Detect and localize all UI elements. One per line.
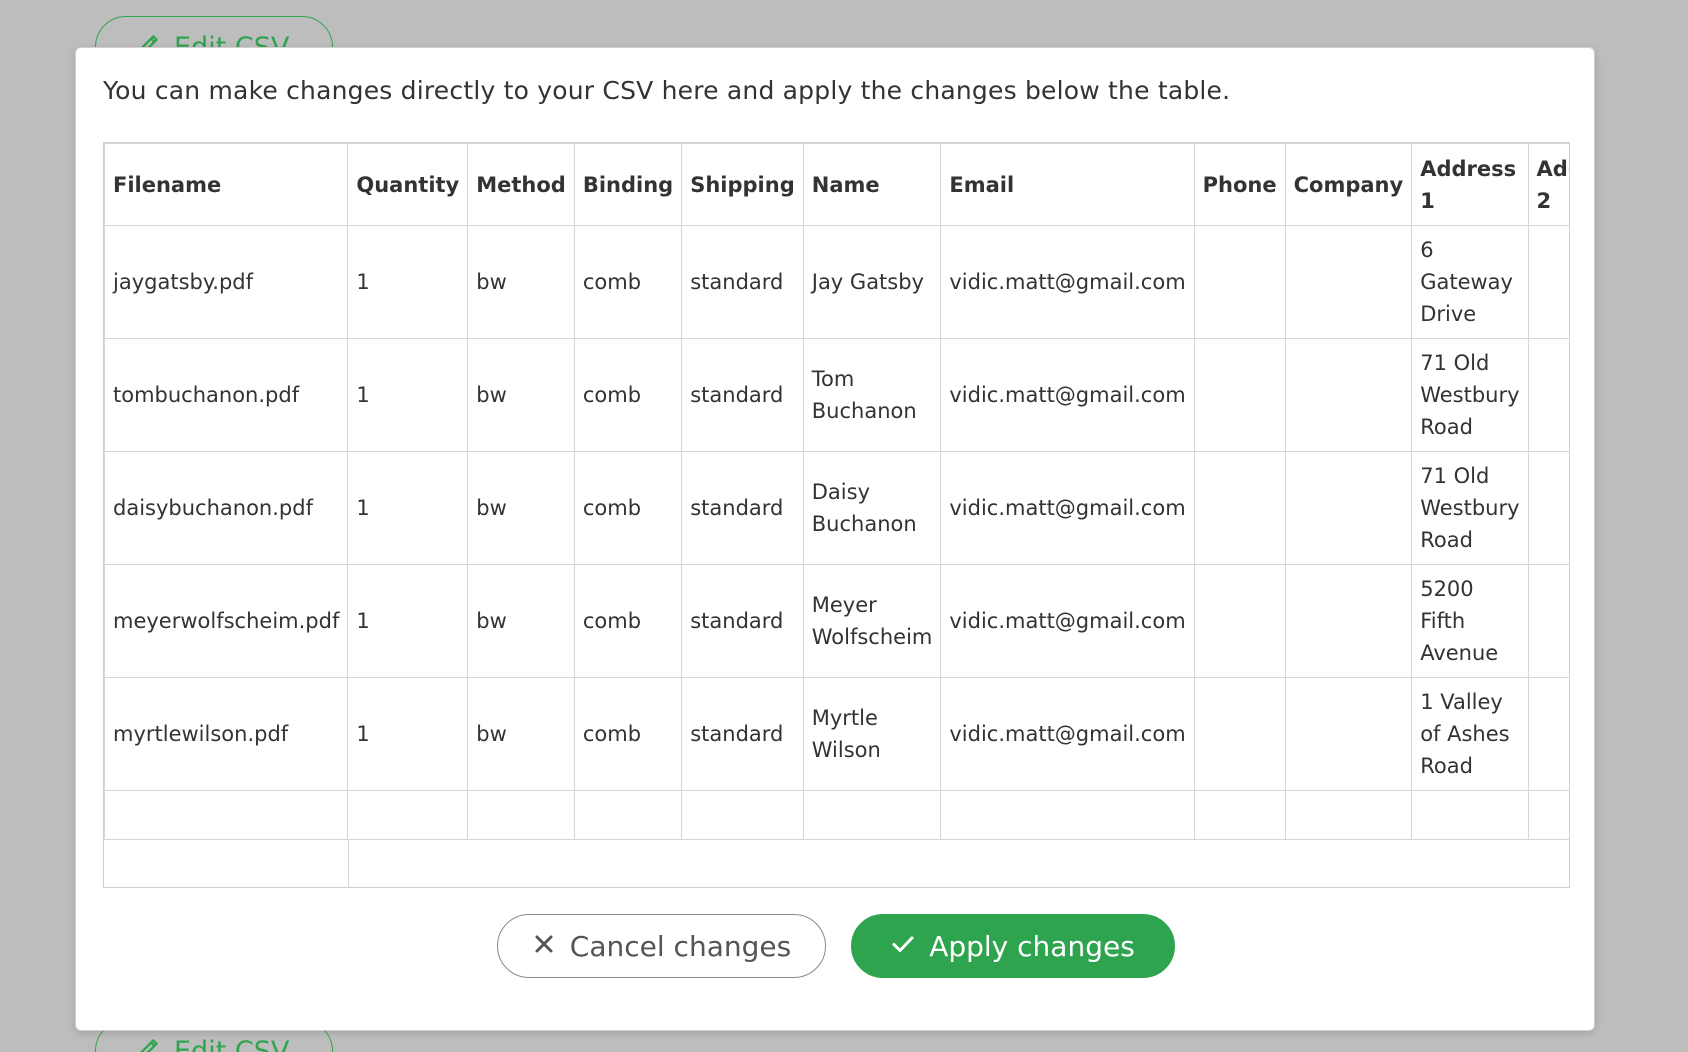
table-cell[interactable]: bw [467,451,575,565]
table-cell[interactable] [1193,225,1286,339]
csv-table: Filename Quantity Method Binding Shippin… [104,143,1569,840]
table-cell[interactable]: standard [681,677,804,791]
empty-cell[interactable] [802,790,942,840]
empty-cell[interactable] [681,790,804,840]
table-cell[interactable] [1193,451,1286,565]
empty-cell[interactable] [467,790,575,840]
column-header[interactable]: Address 2 [1527,143,1569,226]
spare-cell[interactable] [104,840,349,887]
table-cell[interactable]: comb [573,225,683,339]
table-cell[interactable]: standard [681,225,804,339]
column-header[interactable]: Name [802,143,942,226]
table-cell[interactable]: jaygatsby.pdf [104,225,349,339]
table-cell[interactable]: 1 [347,451,469,565]
table-row: meyerwolfscheim.pdf 1 bw comb standard Meyer … [104,564,1569,678]
table-cell[interactable]: Daisy Buchanon [802,451,942,565]
table-cell[interactable] [1284,338,1413,452]
empty-cell[interactable] [940,790,1195,840]
table-cell[interactable] [1193,677,1286,791]
table-cell[interactable]: 1 [347,338,469,452]
table-cell[interactable]: standard [681,451,804,565]
empty-cell[interactable] [104,790,349,840]
table-row: daisybuchanon.pdf 1 bw comb standard Daisy Bu… [104,451,1569,565]
table-cell[interactable] [1527,225,1569,339]
empty-cell[interactable] [347,790,469,840]
pencil-icon [136,1035,162,1052]
table-cell[interactable]: vidic.matt@gmail.com [940,677,1195,791]
table-cell[interactable]: daisybuchanon.pdf [104,451,349,565]
table-cell[interactable]: vidic.matt@gmail.com [940,564,1195,678]
modal-intro-text: You can make changes directly to your CS… [103,76,1231,105]
table-cell[interactable] [1527,338,1569,452]
table-row: myrtlewilson.pdf 1 bw comb standard Myrtle Wi… [104,677,1569,791]
column-header[interactable]: Filename [104,143,349,226]
apply-changes-label: Apply changes [929,929,1135,963]
table-cell[interactable] [1284,677,1413,791]
table-cell[interactable] [1193,564,1286,678]
table-cell[interactable]: comb [573,338,683,452]
table-cell[interactable]: 71 Old Westbury Road [1411,338,1529,452]
table-cell[interactable] [1284,451,1413,565]
column-header[interactable]: Company [1284,143,1413,226]
table-row: jaygatsby.pdf 1 bw comb standard Jay Gatsby vi… [104,225,1569,339]
column-header[interactable]: Quantity [347,143,469,226]
column-header[interactable]: Shipping [681,143,804,226]
table-cell[interactable]: 1 [347,564,469,678]
empty-cell[interactable] [1411,790,1529,840]
table-cell[interactable]: myrtlewilson.pdf [104,677,349,791]
table-cell[interactable] [1527,451,1569,565]
table-cell[interactable] [1284,564,1413,678]
table-cell[interactable]: bw [467,564,575,678]
column-header[interactable]: Method [467,143,575,226]
table-cell[interactable]: tombuchanon.pdf [104,338,349,452]
table-cell[interactable]: standard [681,338,804,452]
table-cell[interactable]: 71 Old Westbury Road [1411,451,1529,565]
table-cell[interactable]: bw [467,677,575,791]
table-row: tombuchanon.pdf 1 bw comb standard Tom Buchan… [104,338,1569,452]
column-header[interactable]: Email [940,143,1195,226]
table-cell[interactable]: meyerwolfscheim.pdf [104,564,349,678]
table-cell[interactable] [1527,564,1569,678]
empty-cell[interactable] [573,790,683,840]
table-cell[interactable]: 1 Valley of Ashes Road [1411,677,1529,791]
edit-csv-label: Edit CSV [174,1035,290,1052]
table-cell[interactable]: vidic.matt@gmail.com [940,451,1195,565]
apply-changes-button[interactable]: Apply changes [851,914,1175,978]
column-header[interactable]: Binding [573,143,683,226]
empty-table-row [104,790,1569,840]
edit-csv-modal: You can make changes directly to your CS… [75,47,1595,1031]
table-cell[interactable]: 1 [347,677,469,791]
table-cell[interactable]: 6 Gateway Drive [1411,225,1529,339]
empty-cell[interactable] [1193,790,1286,840]
cancel-changes-button[interactable]: Cancel changes [497,914,826,978]
empty-cell[interactable] [1284,790,1413,840]
cancel-changes-label: Cancel changes [569,929,792,963]
table-cell[interactable]: comb [573,677,683,791]
spare-row [104,839,1569,887]
table-header-row: Filename Quantity Method Binding Shippin… [104,143,1569,226]
table-cell[interactable]: 5200 Fifth Avenue [1411,564,1529,678]
close-icon [532,930,556,963]
table-cell[interactable]: vidic.matt@gmail.com [940,338,1195,452]
table-cell[interactable] [1527,677,1569,791]
table-cell[interactable]: bw [467,338,575,452]
table-cell[interactable]: Myrtle Wilson [802,677,942,791]
column-header[interactable]: Address 1 [1411,143,1529,226]
table-cell[interactable]: standard [681,564,804,678]
empty-cell[interactable] [1527,790,1569,840]
csv-table-container[interactable]: Filename Quantity Method Binding Shippin… [103,142,1570,888]
column-header[interactable]: Phone [1193,143,1286,226]
table-cell[interactable]: Jay Gatsby [802,225,942,339]
check-icon [891,930,915,963]
table-cell[interactable]: Tom Buchanon [802,338,942,452]
table-cell[interactable]: comb [573,564,683,678]
table-cell[interactable]: 1 [347,225,469,339]
table-cell[interactable]: Meyer Wolfscheim [802,564,942,678]
table-cell[interactable] [1284,225,1413,339]
table-cell[interactable]: bw [467,225,575,339]
table-cell[interactable]: comb [573,451,683,565]
table-cell[interactable] [1193,338,1286,452]
table-cell[interactable]: vidic.matt@gmail.com [940,225,1195,339]
